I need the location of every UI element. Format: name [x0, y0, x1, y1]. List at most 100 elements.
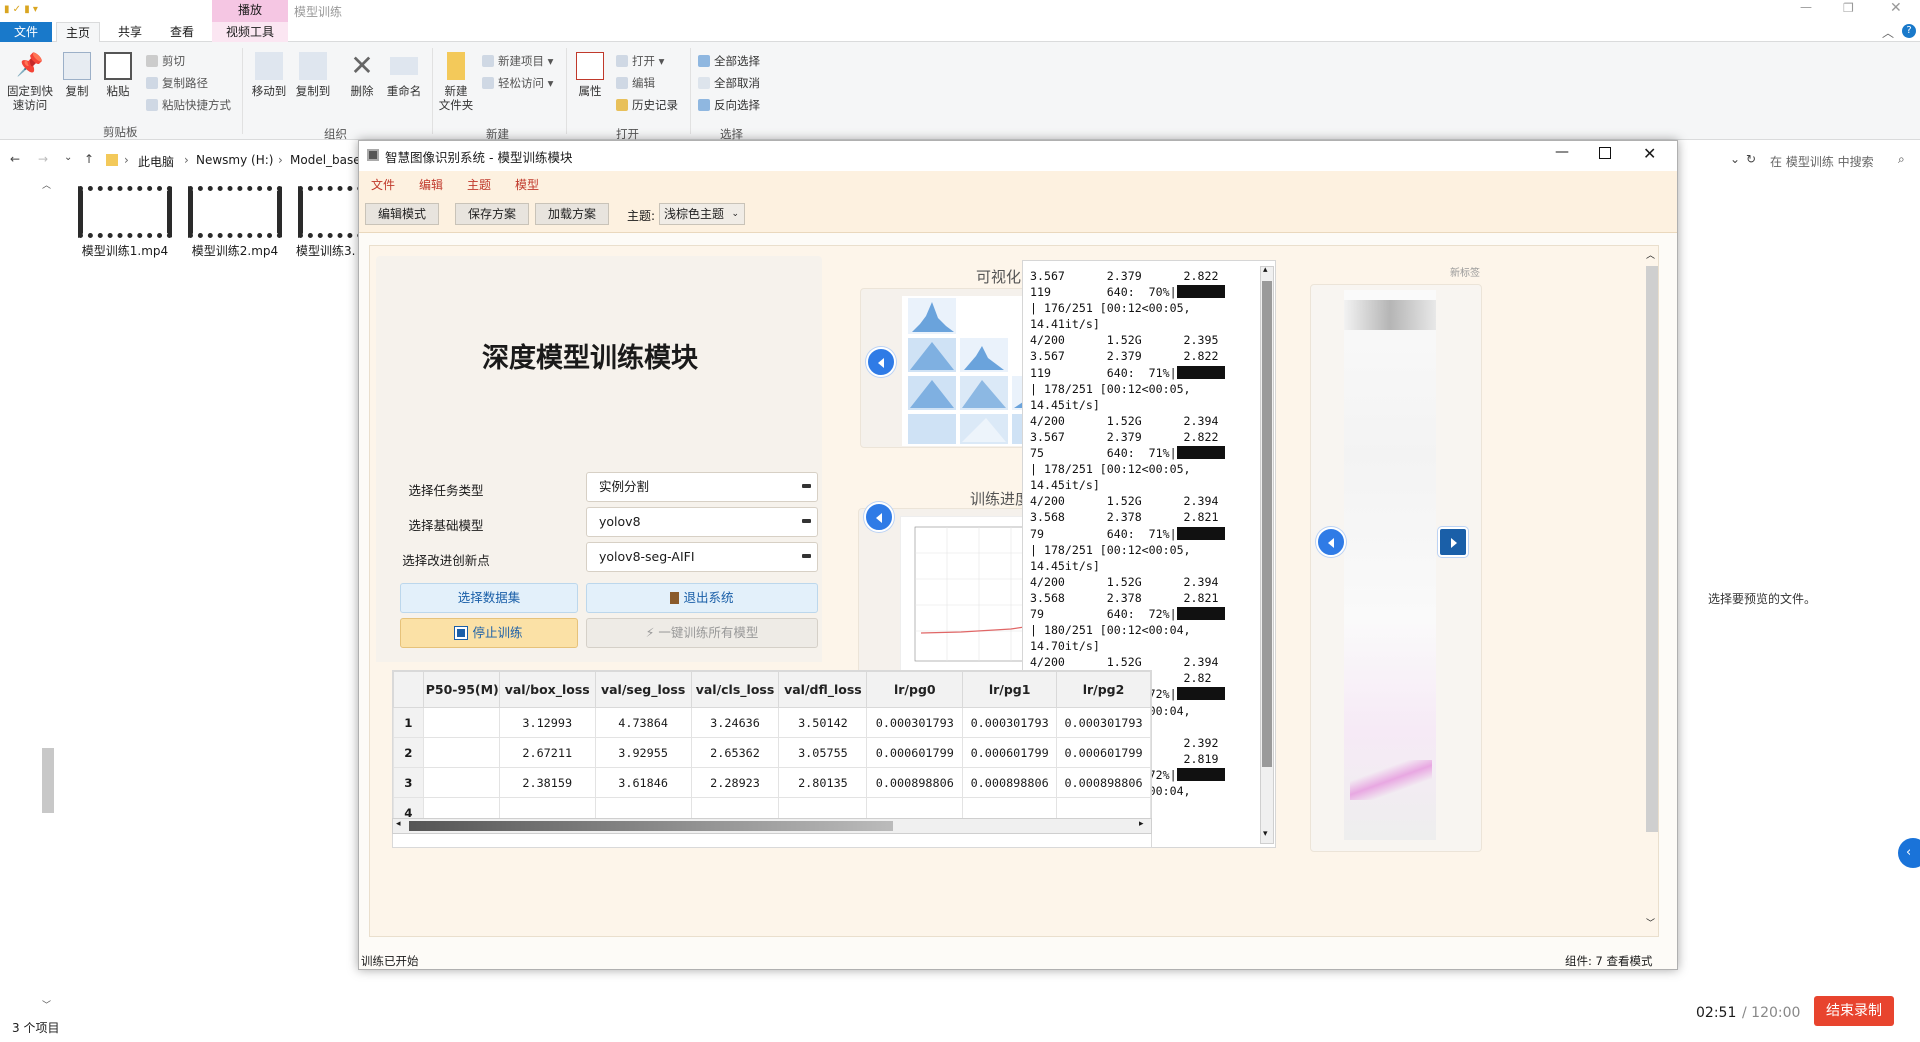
load-scheme-button[interactable]: 加载方案: [535, 203, 609, 225]
table-header[interactable]: lr/pg0: [866, 671, 964, 708]
table-cell[interactable]: [422, 707, 500, 738]
app-maximize-icon[interactable]: [1599, 147, 1611, 159]
table-cell[interactable]: 3.12993: [498, 707, 596, 738]
minimize-icon[interactable]: —: [1800, 0, 1812, 14]
exit-system-button[interactable]: 退出系统: [586, 583, 818, 613]
table-cell[interactable]: 0.000898806: [866, 767, 964, 798]
breadcrumb-drive[interactable]: Newsmy (H:): [196, 153, 273, 167]
table-cell[interactable]: 2.28923: [690, 767, 780, 798]
table-row[interactable]: 3 2.38159 3.61846 2.28923 2.80135 0.000898806…: [393, 767, 1151, 798]
table-cell[interactable]: 0.000601799: [962, 737, 1058, 768]
invert-selection-button[interactable]: 反向选择: [698, 96, 760, 114]
table-cell[interactable]: 0.000898806: [1056, 767, 1151, 798]
side-expand-button[interactable]: ‹: [1898, 838, 1920, 868]
table-cell[interactable]: 3.50142: [778, 707, 868, 738]
edit-button[interactable]: 编辑: [616, 74, 655, 92]
up-icon[interactable]: ↑: [84, 152, 94, 166]
copy-to-button[interactable]: 复制到: [292, 52, 334, 98]
newtab-prev-button[interactable]: [1316, 527, 1346, 557]
table-cell[interactable]: 2.80135: [778, 767, 868, 798]
table-header[interactable]: lr/pg2: [1056, 671, 1151, 708]
file-item[interactable]: 模型训练1.mp4: [76, 186, 174, 262]
recent-dropdown-icon[interactable]: ⌄: [64, 152, 72, 163]
tab-home[interactable]: 主页: [56, 22, 100, 42]
table-cell[interactable]: 2.38159: [498, 767, 596, 798]
improvement-select[interactable]: yolov8-seg-AIFI: [586, 542, 818, 572]
table-cell[interactable]: 0.000898806: [962, 767, 1058, 798]
log-scrollbar[interactable]: ▴ ▾: [1260, 265, 1274, 844]
restore-icon[interactable]: ❐: [1843, 1, 1854, 15]
theme-select[interactable]: 浅棕色主题 ⌄: [659, 203, 745, 225]
menu-file[interactable]: 文件: [371, 176, 395, 193]
select-none-button[interactable]: 全部取消: [698, 74, 760, 92]
file-item[interactable]: 模型训练3.: [296, 186, 358, 262]
help-icon[interactable]: ?: [1902, 24, 1916, 38]
stop-training-button[interactable]: 停止训练: [400, 618, 578, 648]
file-item[interactable]: 模型训练2.mp4: [186, 186, 284, 262]
search-input[interactable]: 在 模型训练 中搜索: [1770, 153, 1900, 170]
table-cell[interactable]: 3.61846: [594, 767, 692, 798]
menu-edit[interactable]: 编辑: [419, 176, 443, 193]
select-all-button[interactable]: 全部选择: [698, 52, 760, 70]
tab-view[interactable]: 查看: [160, 22, 204, 42]
search-icon[interactable]: ⌕: [1898, 152, 1905, 167]
stop-recording-button[interactable]: 结束录制: [1814, 996, 1894, 1026]
properties-button[interactable]: 属性: [572, 52, 608, 98]
table-header[interactable]: lr/pg1: [962, 671, 1058, 708]
table-cell[interactable]: 2.67211: [498, 737, 596, 768]
copy-path-button[interactable]: 复制路径: [146, 74, 208, 92]
easy-access-button[interactable]: 轻松访问 ▾: [482, 74, 553, 92]
tab-video-tools[interactable]: 视频工具: [212, 22, 288, 42]
back-icon[interactable]: ←: [10, 152, 20, 166]
table-header[interactable]: val/cls_loss: [690, 671, 780, 708]
menu-model[interactable]: 模型: [515, 176, 539, 193]
address-dropdown-icon[interactable]: ⌄: [1730, 152, 1740, 166]
close-icon[interactable]: ✕: [1890, 0, 1902, 16]
history-button[interactable]: 历史记录: [616, 96, 678, 114]
table-cell[interactable]: 0.000601799: [866, 737, 964, 768]
new-item-button[interactable]: 新建项目 ▾: [482, 52, 553, 70]
nav-pane-scrollbar[interactable]: ︿ ﹀: [42, 178, 54, 1018]
table-cell[interactable]: 3.05755: [778, 737, 868, 768]
table-cell[interactable]: 3.92955: [594, 737, 692, 768]
breadcrumb-folder[interactable]: Model_base: [290, 153, 361, 167]
table-header[interactable]: P50-95(M): [422, 671, 500, 708]
copy-button[interactable]: 复制: [60, 52, 94, 98]
ribbon-collapse-icon[interactable]: ︿: [1882, 24, 1894, 41]
base-model-select[interactable]: yolov8: [586, 507, 818, 537]
table-cell[interactable]: 0.000301793: [866, 707, 964, 738]
scroll-left-icon[interactable]: ◂: [396, 819, 401, 829]
progress-prev-button[interactable]: [864, 502, 894, 532]
app-minimize-icon[interactable]: —: [1555, 144, 1569, 160]
open-button[interactable]: 打开 ▾: [616, 52, 664, 70]
table-cell[interactable]: 0.000301793: [962, 707, 1058, 738]
edit-mode-button[interactable]: 编辑模式: [365, 203, 439, 225]
scroll-right-icon[interactable]: ▸: [1139, 819, 1144, 829]
task-type-select[interactable]: 实例分割: [586, 472, 818, 502]
table-cell[interactable]: 2.65362: [690, 737, 780, 768]
new-folder-button[interactable]: 新建 文件夹: [436, 52, 476, 112]
pin-quick-access-button[interactable]: 📌 固定到快 速访问: [4, 52, 56, 112]
app-close-icon[interactable]: ✕: [1643, 144, 1656, 163]
tab-share[interactable]: 共享: [108, 22, 152, 42]
table-cell[interactable]: 4.73864: [594, 707, 692, 738]
menu-theme[interactable]: 主题: [467, 176, 491, 193]
table-header[interactable]: val/seg_loss: [594, 671, 692, 708]
table-cell[interactable]: 0.000601799: [1056, 737, 1151, 768]
train-all-models-button[interactable]: ⚡ 一键训练所有模型: [586, 618, 818, 648]
refresh-icon[interactable]: ↻: [1746, 152, 1756, 166]
table-cell[interactable]: 3.24636: [690, 707, 780, 738]
table-cell[interactable]: [422, 767, 500, 798]
paste-shortcut-button[interactable]: 粘贴快捷方式: [146, 96, 231, 114]
table-header[interactable]: val/dfl_loss: [778, 671, 868, 708]
visual-prev-button[interactable]: [866, 347, 896, 377]
context-tab-play[interactable]: 播放: [212, 0, 288, 22]
table-row[interactable]: 1 3.12993 4.73864 3.24636 3.50142 0.000301793…: [393, 707, 1151, 738]
quick-access-icons[interactable]: ▮ ✓ ▮ ▾: [4, 4, 74, 18]
rename-button[interactable]: 重命名: [382, 52, 426, 98]
newtab-next-button[interactable]: [1438, 527, 1468, 557]
delete-button[interactable]: ✕ 删除: [344, 52, 380, 99]
tab-file[interactable]: 文件: [0, 22, 52, 42]
breadcrumb-this-pc[interactable]: 此电脑: [138, 153, 174, 170]
content-scrollbar[interactable]: ︿ ﹀: [1644, 251, 1658, 932]
